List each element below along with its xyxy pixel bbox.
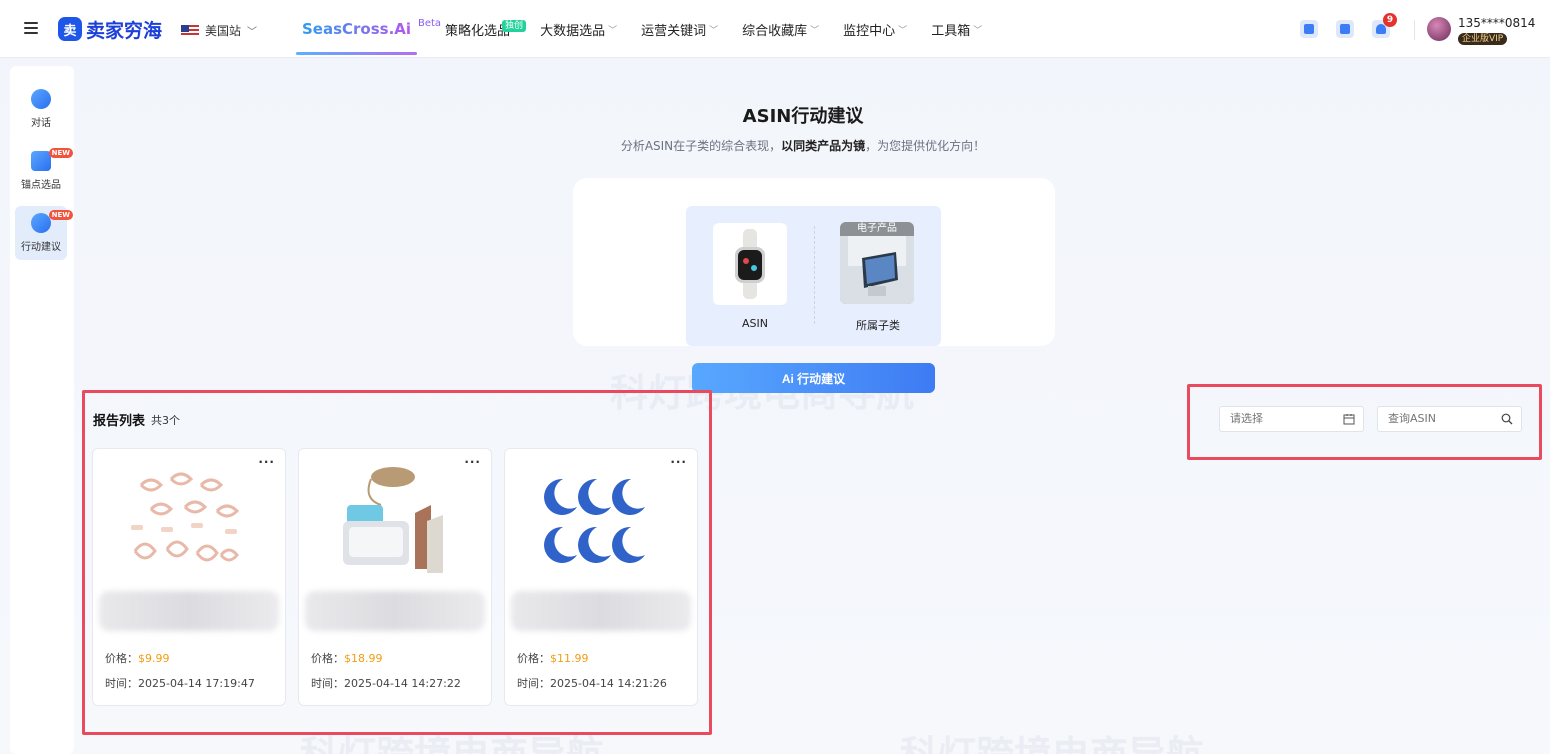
subcategory-tag: 电子产品	[840, 222, 914, 236]
nav-label: 策略化选品	[445, 23, 511, 39]
exclusive-badge: 独创	[502, 20, 527, 32]
nav-big-data-selection[interactable]: 大数据选品 ﹀	[540, 0, 617, 58]
nav-label: 工具箱	[931, 23, 971, 39]
cube-plus-icon	[31, 151, 51, 171]
nav-keywords[interactable]: 运营关键词 ﹀	[641, 0, 718, 58]
main-nav: SeasCross.Ai Beta 策略化选品 独创 大数据选品 ﹀ 运营关键词…	[296, 0, 1006, 58]
asin-product-image[interactable]	[713, 223, 787, 305]
chevron-down-icon: ﹀	[973, 25, 983, 36]
vip-badge: 企业版VIP	[1458, 33, 1508, 45]
chevron-down-icon: ﹀	[709, 25, 719, 36]
subcategory-image[interactable]: 电子产品	[840, 222, 914, 304]
menu-icon[interactable]	[24, 22, 38, 34]
bell-icon[interactable]: 9	[1372, 13, 1397, 38]
logo-text: 卖家穷海	[86, 19, 163, 42]
nav-label: 大数据选品	[540, 23, 606, 39]
nav-seascross-ai[interactable]: SeasCross.Ai Beta	[296, 0, 441, 58]
subcategory-label: 所属子类	[856, 319, 900, 332]
chevron-down-icon: ﹀	[898, 25, 908, 36]
page-title: ASIN行动建议	[742, 106, 864, 127]
divider	[814, 226, 815, 324]
asin-label: ASIN	[742, 317, 768, 330]
nav-label: 综合收藏库	[742, 23, 808, 39]
header-actions: 9	[1300, 13, 1397, 38]
nav-toolbox[interactable]: 工具箱 ﹀	[931, 0, 982, 58]
highlight-box-filters	[1187, 384, 1542, 460]
subtitle-emphasis: 以同类产品为镜	[781, 139, 866, 153]
ai-button-label: Ai 行动建议	[781, 371, 846, 386]
us-flag-icon	[181, 24, 199, 37]
ai-action-advice-button[interactable]: Ai 行动建议	[692, 363, 935, 393]
logo-icon: 卖	[58, 17, 82, 41]
sidebar: 对话 NEW 锚点选品 NEW 行动建议	[10, 66, 74, 754]
nav-label: 监控中心	[843, 23, 896, 39]
logo[interactable]: 卖 卖家穷海	[58, 15, 162, 43]
asin-vs-subcategory: ASIN 电子产品 所属子类	[686, 206, 941, 346]
sidebar-item-action-advice[interactable]: NEW 行动建议	[15, 206, 73, 260]
nav-label: 运营关键词	[641, 23, 707, 39]
sidebar-item-label: 行动建议	[21, 242, 61, 253]
new-badge: NEW	[48, 210, 73, 220]
notification-badge: 9	[1383, 13, 1397, 27]
region-selector[interactable]: 美国站 ﹀	[181, 22, 257, 39]
book-icon[interactable]	[1336, 20, 1354, 38]
top-nav-bar: 卖 卖家穷海 美国站 ﹀ SeasCross.Ai Beta 策略化选品 独创 …	[0, 0, 1550, 58]
beta-badge: Beta	[417, 18, 442, 29]
edit-note-icon[interactable]	[1300, 20, 1318, 38]
user-phone: 135****0814	[1458, 16, 1536, 30]
region-label: 美国站	[205, 24, 242, 38]
chevron-down-icon: ﹀	[247, 27, 258, 38]
avatar[interactable]	[1427, 17, 1451, 41]
watermark: 科灯跨境电商导航	[900, 724, 1204, 754]
nav-strategy-selection[interactable]: 策略化选品 独创	[445, 0, 527, 58]
user-info[interactable]: 135****0814 企业版VIP	[1458, 16, 1535, 45]
nav-favorites[interactable]: 综合收藏库 ﹀	[742, 0, 819, 58]
page-subtitle: 分析ASIN在子类的综合表现，以同类产品为镜，为您提供优化方向！	[0, 137, 1550, 154]
compass-icon	[31, 213, 51, 233]
subtitle-text: 分析ASIN在子类的综合表现，	[620, 139, 782, 153]
nav-monitor[interactable]: 监控中心 ﹀	[843, 0, 907, 58]
subtitle-text: ，为您提供优化方向！	[865, 139, 986, 153]
highlight-box-report-list	[82, 390, 712, 735]
chevron-down-icon: ﹀	[608, 25, 618, 36]
sidebar-item-label: 锚点选品	[21, 180, 61, 191]
chevron-down-icon: ﹀	[810, 25, 820, 36]
divider	[1414, 20, 1415, 40]
nav-label: SeasCross.Ai	[302, 20, 412, 38]
